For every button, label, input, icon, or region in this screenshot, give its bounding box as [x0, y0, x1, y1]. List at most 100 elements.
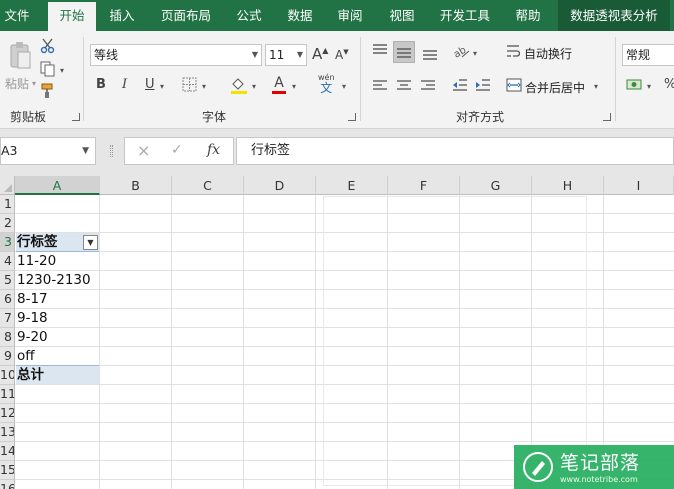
tab-view[interactable]: 视图 [382, 0, 422, 31]
row-header-4[interactable]: 4 [0, 252, 15, 271]
tab-help[interactable]: 帮助 [508, 0, 548, 31]
accounting-dropdown-icon[interactable]: ▾ [647, 82, 651, 91]
decrease-indent-icon[interactable] [452, 78, 468, 92]
fill-color-icon[interactable] [230, 76, 248, 94]
cell-a10-grand-total[interactable]: 总计 [17, 366, 44, 385]
copy-dropdown-icon[interactable]: ▾ [60, 66, 64, 75]
row-header-14[interactable]: 14 [0, 442, 15, 461]
tab-page-layout[interactable]: 页面布局 [154, 0, 218, 31]
insert-function-icon[interactable]: fx [207, 142, 220, 158]
paste-dropdown-icon[interactable]: ▾ [32, 79, 36, 88]
tab-developer[interactable]: 开发工具 [432, 0, 498, 31]
font-color-icon: A [274, 75, 284, 91]
column-header-f[interactable]: F [388, 176, 460, 195]
clipboard-launcher-icon[interactable] [72, 113, 80, 121]
column-header-e[interactable]: E [316, 176, 388, 195]
accounting-format-icon[interactable] [626, 77, 644, 93]
tab-pivot-analyze[interactable]: 数据透视表分析 [558, 0, 670, 31]
row-header-12[interactable]: 12 [0, 404, 15, 423]
column-header-g[interactable]: G [460, 176, 532, 195]
formula-input[interactable]: 行标签 [236, 137, 674, 165]
font-size-select[interactable]: 11 ▼ [265, 44, 307, 66]
paste-button[interactable]: 粘贴 [5, 75, 29, 92]
format-painter-icon[interactable] [40, 83, 56, 99]
column-header-d[interactable]: D [244, 176, 316, 195]
merge-center-icon[interactable] [506, 78, 522, 92]
font-color-dropdown-icon[interactable]: ▾ [292, 82, 296, 91]
tab-home[interactable]: 开始 [48, 2, 96, 31]
row-header-5[interactable]: 5 [0, 271, 15, 290]
font-color-button[interactable]: A [272, 76, 286, 94]
tab-data[interactable]: 数据 [280, 0, 320, 31]
cell-a5[interactable]: 1230-2130 [17, 271, 91, 290]
underline-button[interactable]: U [145, 78, 155, 91]
cell-a8[interactable]: 9-20 [17, 328, 48, 347]
row-header-3[interactable]: 3 [0, 233, 15, 252]
row-header-9[interactable]: 9 [0, 347, 15, 366]
row-header-13[interactable]: 13 [0, 423, 15, 442]
cell-a3-row-labels[interactable]: 行标签 [17, 233, 58, 252]
grow-font-button[interactable]: A▲ [312, 47, 328, 62]
column-header-i[interactable]: I [604, 176, 674, 195]
increase-indent-icon[interactable] [475, 78, 491, 92]
shrink-font-button[interactable]: A▼ [335, 49, 349, 62]
row-header-6[interactable]: 6 [0, 290, 15, 309]
borders-icon[interactable] [182, 77, 197, 92]
row-label-filter-button[interactable]: ▼ [83, 235, 98, 250]
font-launcher-icon[interactable] [348, 113, 356, 121]
borders-dropdown-icon[interactable]: ▾ [202, 82, 206, 91]
tab-insert[interactable]: 插入 [102, 0, 142, 31]
alignment-launcher-icon[interactable] [603, 113, 611, 121]
percent-button[interactable]: % [664, 78, 674, 91]
column-header-h[interactable]: H [532, 176, 604, 195]
font-name-select[interactable]: 等线 ▼ [90, 44, 262, 66]
bold-button[interactable]: B [96, 78, 106, 91]
row-header-1[interactable]: 1 [0, 195, 15, 214]
phonetic-dropdown-icon[interactable]: ▾ [342, 82, 346, 91]
align-middle-button[interactable] [393, 41, 415, 63]
row-header-16[interactable]: 16 [0, 480, 15, 489]
merge-center-button[interactable]: 合并后居中 [525, 79, 585, 96]
row-header-10[interactable]: 10 [0, 366, 15, 385]
number-format-select[interactable]: 常规 [622, 44, 674, 66]
select-all-icon [4, 184, 12, 192]
align-center-icon[interactable] [396, 79, 412, 93]
orientation-dropdown-icon[interactable]: ▾ [473, 49, 477, 58]
tab-file[interactable]: 文件 [0, 0, 34, 31]
row-header-7[interactable]: 7 [0, 309, 15, 328]
name-box[interactable]: A3 ▼ [0, 137, 96, 165]
enter-icon[interactable]: ✓ [171, 142, 183, 158]
tab-review[interactable]: 审阅 [330, 0, 370, 31]
cell-a7[interactable]: 9-18 [17, 309, 48, 328]
column-header-a[interactable]: A [15, 176, 100, 195]
cell-a6[interactable]: 8-17 [17, 290, 48, 309]
select-all-corner[interactable] [0, 176, 15, 195]
column-header-b[interactable]: B [100, 176, 172, 195]
align-left-icon[interactable] [372, 79, 388, 93]
merge-dropdown-icon[interactable]: ▾ [594, 82, 598, 91]
align-bottom-icon[interactable] [422, 47, 438, 61]
align-right-icon[interactable] [420, 79, 436, 93]
italic-button[interactable]: I [122, 78, 127, 91]
row-header-2[interactable]: 2 [0, 214, 15, 233]
worksheet-grid[interactable]: A B C D E F G H I 1 2 3 4 5 6 7 8 9 10 1… [0, 176, 674, 489]
orientation-icon[interactable]: ab [452, 43, 470, 59]
cancel-icon[interactable]: × [137, 141, 150, 160]
wrap-text-icon[interactable] [506, 43, 520, 59]
wrap-text-button[interactable]: 自动换行 [524, 45, 572, 62]
align-top-icon[interactable] [372, 43, 388, 57]
cell-a9[interactable]: off [17, 347, 35, 366]
row-header-8[interactable]: 8 [0, 328, 15, 347]
fill-color-dropdown-icon[interactable]: ▾ [252, 82, 256, 91]
cell-a4[interactable]: 11-20 [17, 252, 56, 271]
cut-icon[interactable] [40, 38, 56, 54]
splitter-handle[interactable] [110, 145, 113, 157]
row-header-15[interactable]: 15 [0, 461, 15, 480]
underline-dropdown-icon[interactable]: ▾ [160, 82, 164, 91]
copy-icon[interactable] [40, 61, 56, 77]
phonetic-guide-button[interactable]: wén 文 [318, 74, 335, 95]
column-header-c[interactable]: C [172, 176, 244, 195]
tab-formulas[interactable]: 公式 [228, 0, 270, 31]
row-header-11[interactable]: 11 [0, 385, 15, 404]
paste-icon[interactable] [8, 41, 32, 71]
